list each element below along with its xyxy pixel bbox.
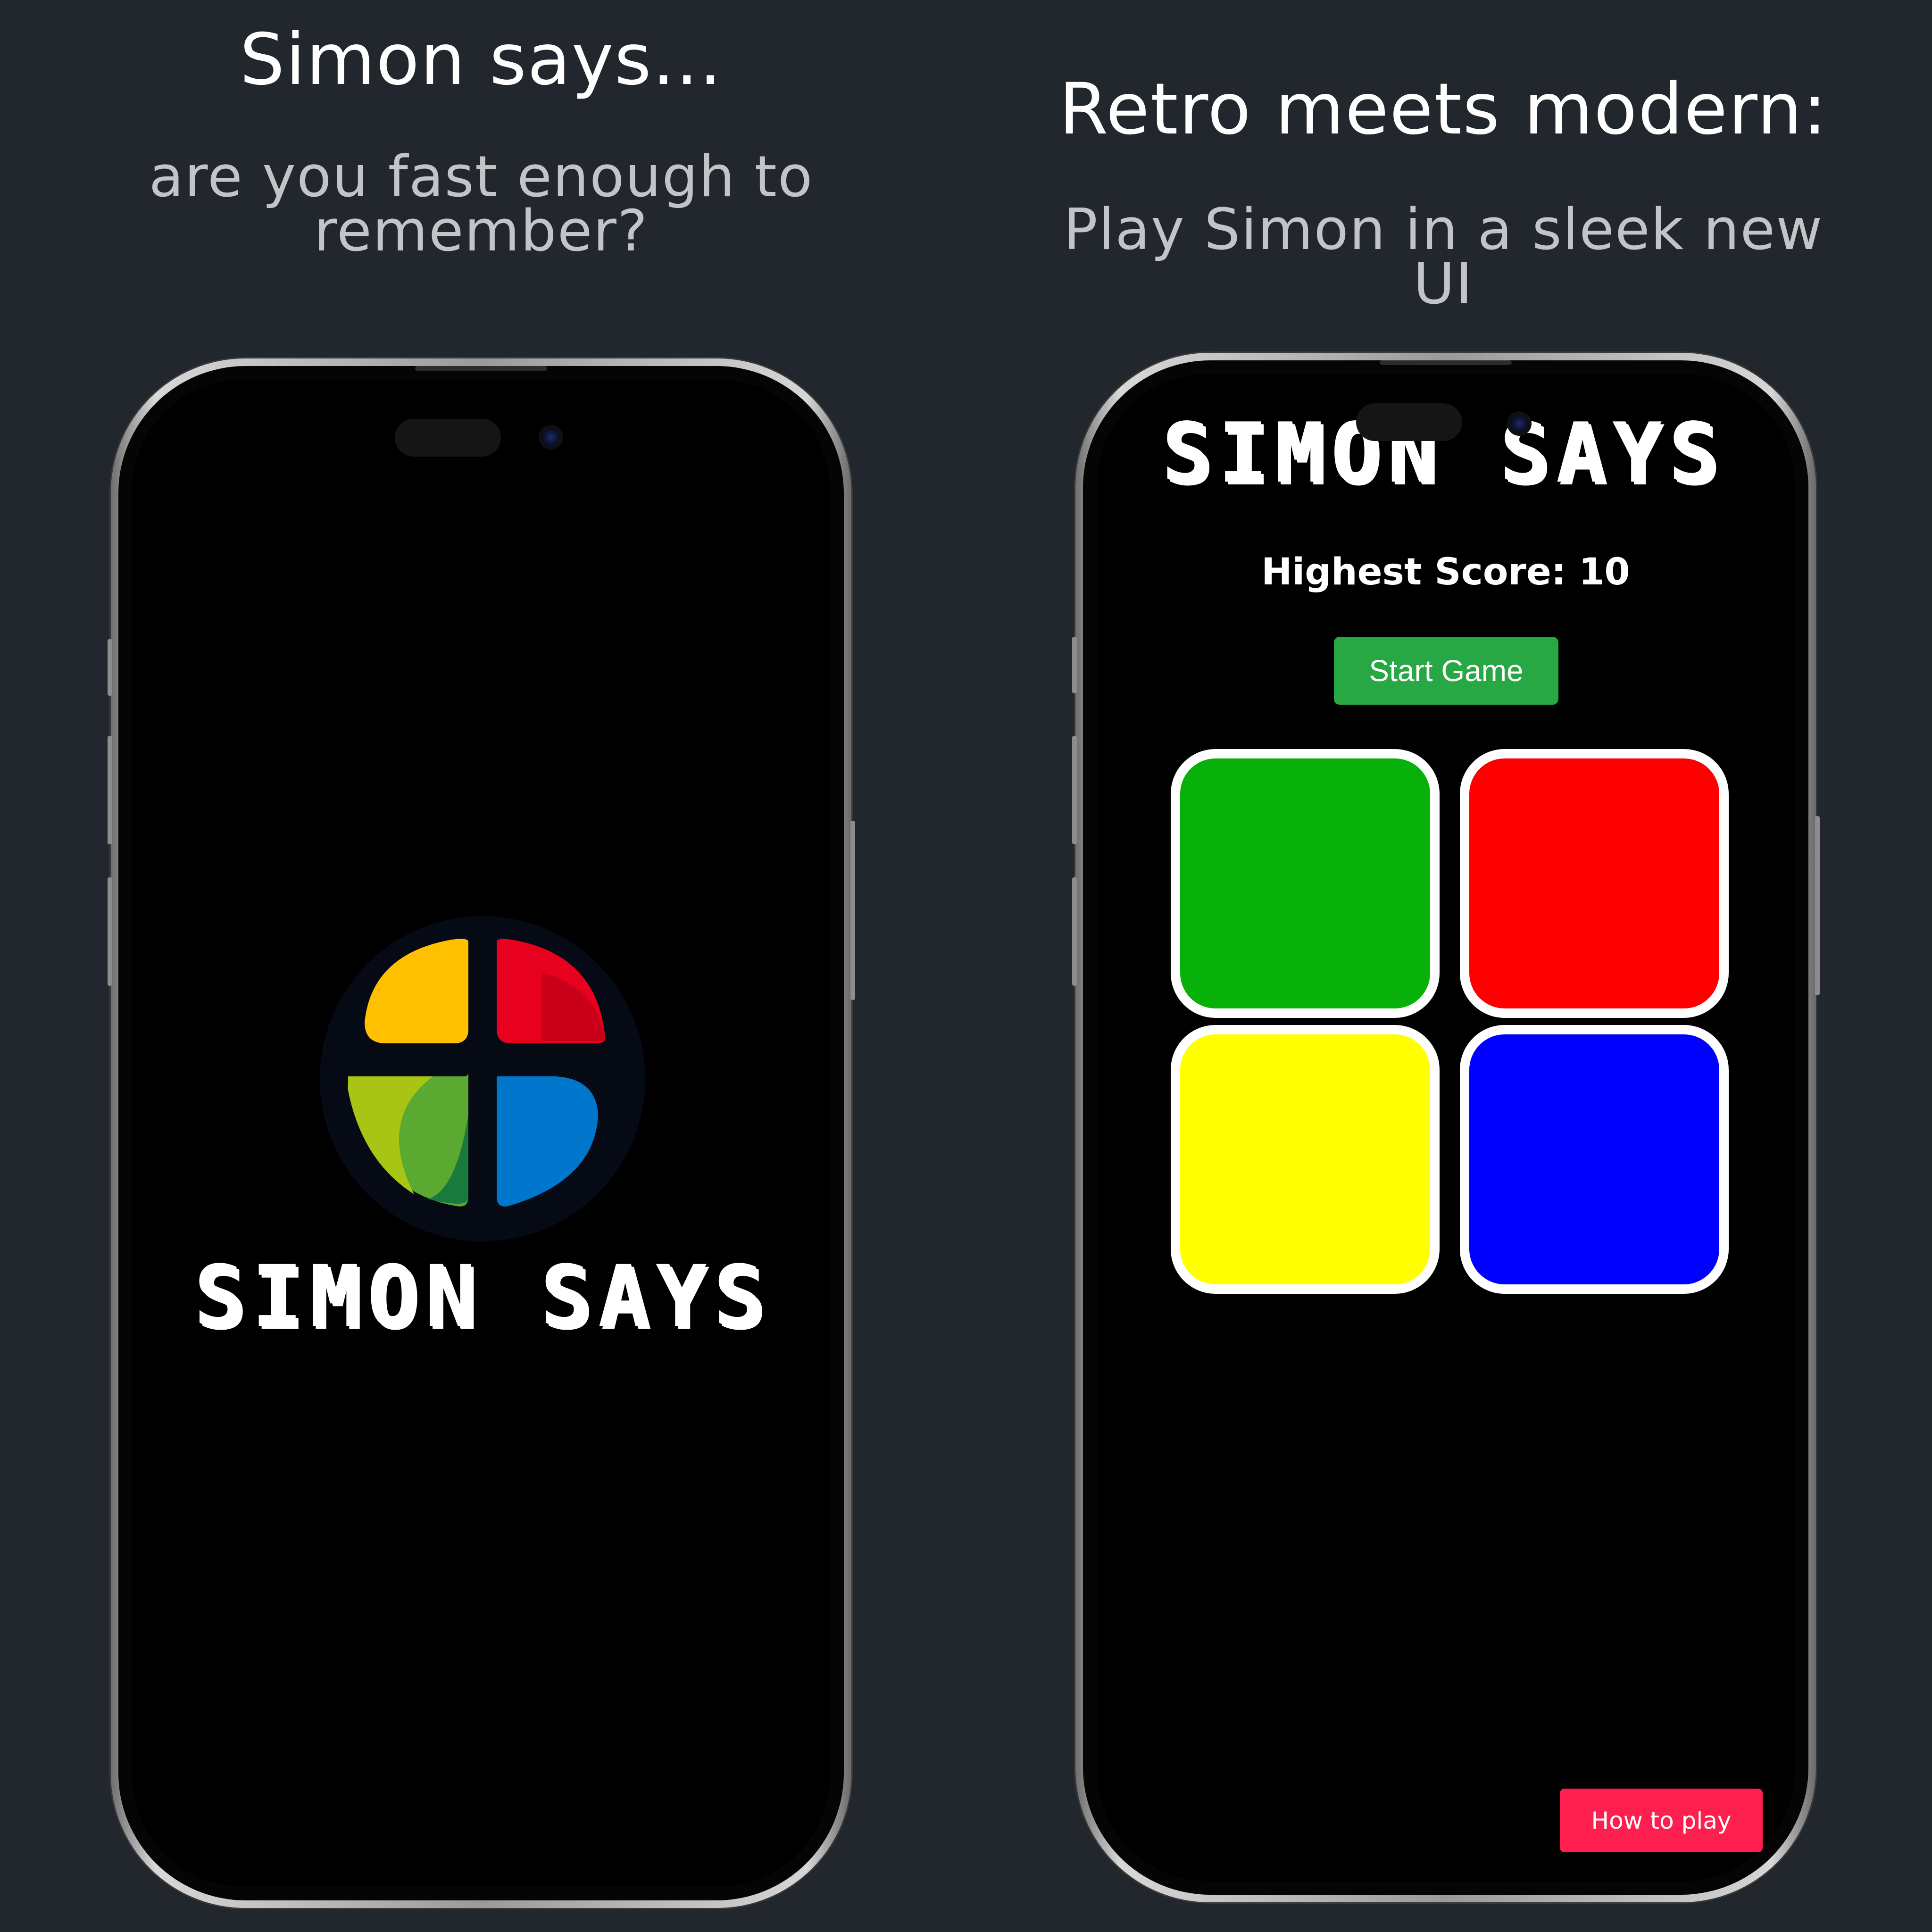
volume-up-button xyxy=(1072,736,1077,844)
speaker-grille xyxy=(415,366,547,371)
highest-score: Highest Score: 10 xyxy=(1261,551,1630,593)
camera-icon xyxy=(539,425,563,450)
yellow-pad[interactable] xyxy=(1171,1025,1440,1294)
red-pad[interactable] xyxy=(1460,749,1729,1018)
blue-pad[interactable] xyxy=(1460,1025,1729,1294)
volume-down-button xyxy=(1072,877,1077,986)
left-subline-1: are you fast enough to xyxy=(149,144,814,210)
right-headline: Retro meets modern: xyxy=(1059,68,1828,150)
speaker-grille xyxy=(1380,360,1512,365)
how-to-play-button[interactable]: How to play xyxy=(1560,1789,1763,1852)
volume-up-button xyxy=(108,736,112,844)
splash-title: SIMON SAYS xyxy=(194,1248,771,1346)
left-subline-2: remember? xyxy=(314,199,649,264)
camera-icon xyxy=(1507,411,1532,436)
dynamic-island xyxy=(395,419,501,457)
left-headline: Simon says... xyxy=(240,19,723,101)
green-pad[interactable] xyxy=(1171,749,1440,1018)
right-subline: Play Simon in a sleek new UI xyxy=(1063,197,1824,317)
dynamic-island xyxy=(1356,403,1462,441)
power-button xyxy=(1815,816,1820,995)
simon-quadrant-logo-icon xyxy=(320,916,645,1241)
volume-down-button xyxy=(108,877,112,986)
mute-switch xyxy=(1072,637,1077,693)
power-button xyxy=(850,821,855,1000)
mute-switch xyxy=(108,639,112,696)
start-game-button[interactable]: Start Game xyxy=(1334,637,1558,705)
